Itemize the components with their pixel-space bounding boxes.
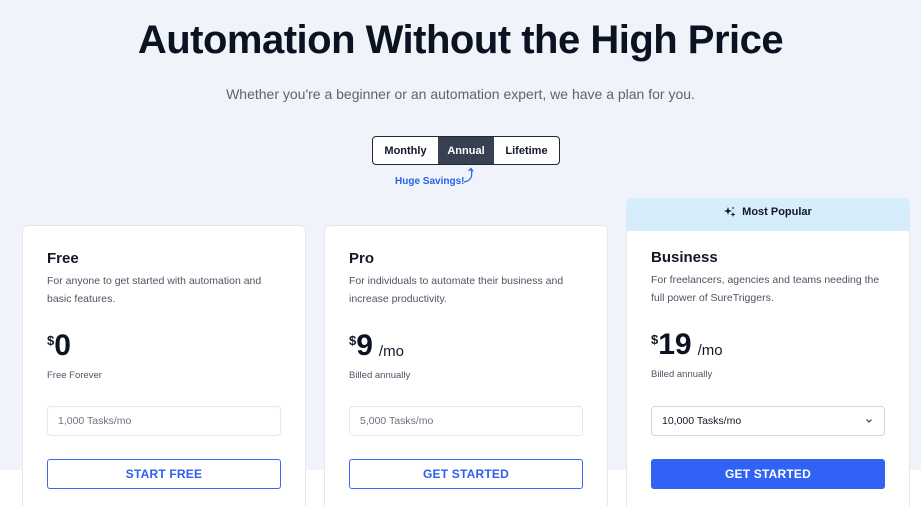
plan-name: Business [651,249,718,266]
tasks-field: 1,000 Tasks/mo [47,406,281,436]
toggle-lifetime[interactable]: Lifetime [494,137,559,164]
get-started-button[interactable]: GET STARTED [349,459,583,489]
page-subtitle: Whether you're a beginner or an automati… [226,86,695,102]
tasks-select-value: 10,000 Tasks/mo [662,415,742,427]
plan-card-pro: Pro For individuals to automate their bu… [324,225,608,506]
plan-description: For individuals to automate their busine… [349,275,564,305]
chevron-down-icon [866,419,872,423]
most-popular-badge: Most Popular [626,198,910,234]
tasks-select[interactable]: 10,000 Tasks/mo [651,406,885,436]
price-period: /mo [697,342,723,359]
price-amount: 0 [54,329,71,362]
price-currency: $ [651,332,659,347]
sparkle-icon [724,206,736,217]
plan-price: $ 19 /mo [651,329,723,361]
price-note: Free Forever [47,370,102,381]
price-note: Billed annually [349,370,411,381]
toggle-annual[interactable]: Annual [438,137,494,164]
plan-price: $ 9 /mo [349,330,404,362]
start-free-button[interactable]: START FREE [47,459,281,489]
plan-description: For anyone to get started with automatio… [47,275,262,305]
tasks-field: 5,000 Tasks/mo [349,406,583,436]
savings-note: Huge Savings! [395,176,465,187]
plan-name: Pro [349,250,375,267]
price-period: /mo [378,343,404,360]
price-amount: 19 [658,328,692,361]
plan-card-business: Business For freelancers, agencies and t… [626,231,910,506]
billing-toggle: Monthly Annual Lifetime [372,136,560,165]
price-note: Billed annually [651,369,713,380]
plan-price: $ 0 [47,330,71,362]
most-popular-label: Most Popular [742,206,812,218]
price-amount: 9 [356,329,373,362]
plan-name: Free [47,250,79,267]
toggle-monthly[interactable]: Monthly [373,137,438,164]
page-title: Automation Without the High Price [137,18,784,62]
price-currency: $ [47,333,55,348]
get-started-button[interactable]: GET STARTED [651,459,885,489]
plan-card-free: Free For anyone to get started with auto… [22,225,306,506]
price-currency: $ [349,333,357,348]
plan-description: For freelancers, agencies and teams need… [651,274,880,304]
